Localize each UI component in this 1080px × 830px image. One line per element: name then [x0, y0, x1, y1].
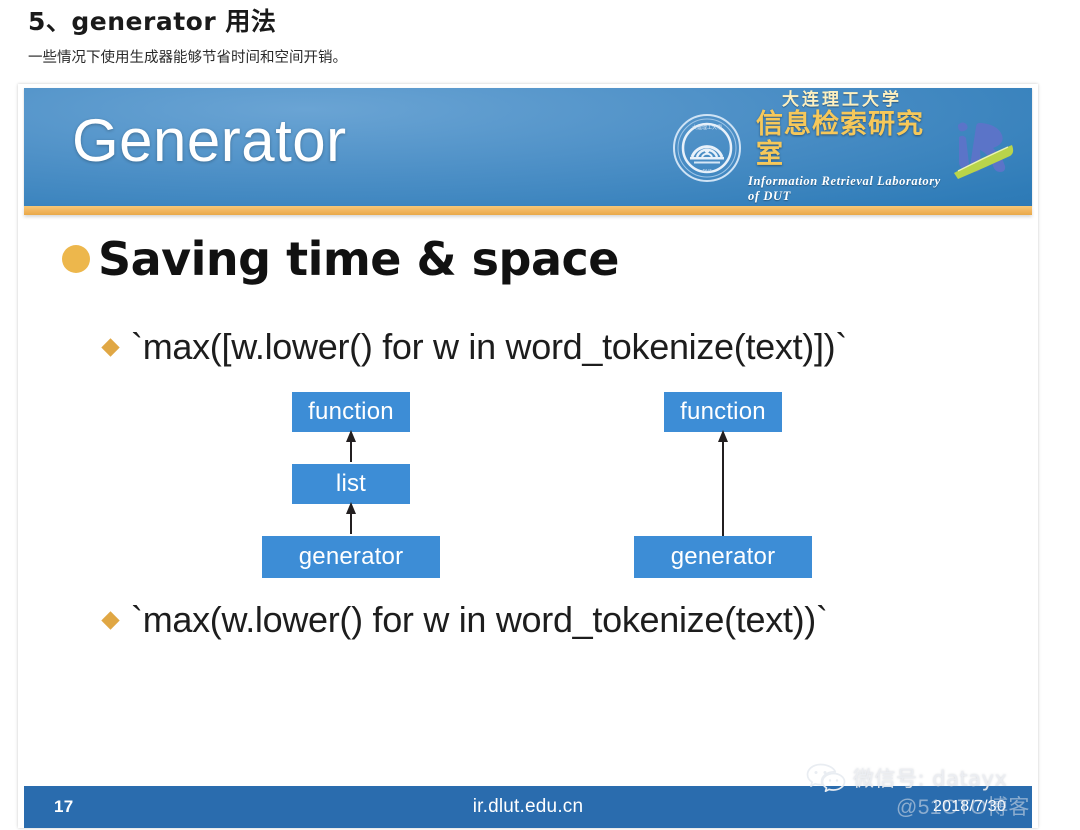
diagram-generator-expression: function generator: [612, 392, 824, 592]
slide-footer: 17 ir.dlut.edu.cn 2018/7/30: [24, 786, 1032, 828]
banner-accent-bar: [24, 206, 1032, 215]
code-line-1-label: `max([w.lower() for w in word_tokenize(t…: [131, 326, 848, 367]
diamond-bullet-icon: [101, 337, 120, 357]
slide-banner: Generator 大連理工大學 DUT 大连理工大学 信息检索研究室 Info…: [24, 88, 1032, 206]
slide-image: Generator 大連理工大學 DUT 大连理工大学 信息检索研究室 Info…: [18, 84, 1038, 828]
svg-text:大連理工大學: 大連理工大學: [692, 124, 722, 131]
bullet-dot-icon: [62, 245, 90, 273]
lab-name-english: Information Retrieval Laboratory of DUT: [748, 173, 941, 203]
bullet-level1-label: Saving time & space: [98, 232, 619, 286]
slide-footer-url: ir.dlut.edu.cn: [472, 796, 584, 817]
bullet-code-line-2: `max(w.lower() for w in word_tokenize(te…: [101, 599, 828, 641]
svg-text:DUT: DUT: [702, 168, 711, 173]
slide-footer-date: 2018/7/30: [933, 798, 1006, 815]
page-title: 5、generator 用法: [28, 7, 277, 36]
bullet-code-line-1: `max([w.lower() for w in word_tokenize(t…: [101, 326, 848, 368]
page-subtitle: 一些情况下使用生成器能够节省时间和空间开销。: [28, 50, 347, 67]
arrow-generator-to-function: [718, 430, 728, 536]
dlut-seal-icon: 大連理工大學 DUT: [673, 114, 741, 182]
slide-page-number: 17: [54, 797, 74, 816]
university-name: 大连理工大学: [782, 90, 902, 111]
diamond-bullet-icon: [101, 610, 120, 630]
lab-logo: 大連理工大學 DUT 大连理工大学 信息检索研究室 Information Re…: [672, 91, 1018, 203]
diagram-list-comprehension: function list generator: [240, 392, 450, 592]
slide-title: Generator: [72, 107, 347, 174]
code-line-2-label: `max(w.lower() for w in word_tokenize(te…: [131, 599, 828, 640]
arrow-list-to-function: [346, 430, 356, 534]
article-header: 5、generator 用法 一些情况下使用生成器能够节省时间和空间开销。: [0, 0, 1080, 68]
lab-name: 信息检索研究室: [756, 109, 924, 171]
ir-mark-icon: [954, 122, 1014, 179]
bullet-level1: Saving time & space: [62, 236, 619, 282]
lab-logo-text: 大连理工大学 信息检索研究室 Information Retrieval Lab…: [748, 90, 946, 203]
